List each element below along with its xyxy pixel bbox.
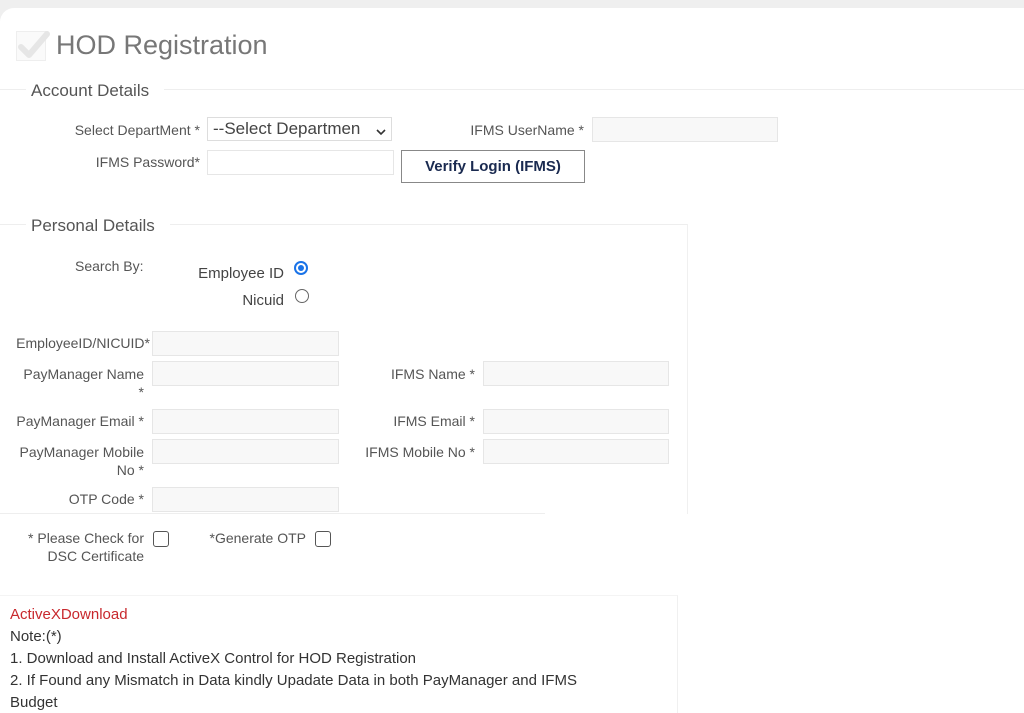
employee-id-label: EmployeeID/NICUID*: [16, 335, 150, 351]
radio-nicuid-label: Nicuid: [242, 292, 284, 309]
page-header: HOD Registration: [16, 30, 268, 61]
account-details-title: Account Details: [31, 81, 150, 100]
ifms-email-label: IFMS Email *: [393, 413, 475, 429]
paymanager-name-input[interactable]: [152, 361, 339, 386]
ifms-email-input[interactable]: [483, 409, 669, 434]
chevron-down-icon: [375, 122, 387, 140]
ifms-password-label: IFMS Password*: [95, 154, 200, 170]
ifms-username-label: IFMS UserName *: [470, 122, 584, 138]
department-select-value: --Select Departmen: [213, 119, 361, 138]
radio-employee-id-label: Employee ID: [198, 265, 284, 282]
note-item: 2. If Found any Mismatch in Data kindly …: [10, 672, 577, 689]
generate-otp-checkbox[interactable]: [315, 531, 331, 547]
paymanager-mobile-label: PayManager Mobile No *: [19, 443, 144, 479]
dsc-certificate-checkbox[interactable]: [153, 531, 169, 547]
dsc-certificate-label: * Please Check for DSC Certificate: [28, 529, 144, 565]
account-divider: [164, 89, 1024, 90]
note-heading: Note:(*): [10, 628, 62, 645]
otp-code-label: OTP Code *: [68, 491, 144, 507]
note-item: 1. Download and Install ActiveX Control …: [10, 650, 417, 667]
personal-bottom-divider: [0, 513, 545, 514]
radio-employee-id[interactable]: [294, 261, 308, 275]
activex-download-link[interactable]: ActiveXDownload: [10, 604, 667, 626]
paymanager-email-label: PayManager Email *: [16, 413, 144, 429]
paymanager-name-label-line2: *: [138, 384, 144, 400]
ifms-mobile-input[interactable]: [483, 439, 669, 464]
notes-panel: ActiveXDownload Note:(*) 1. Download and…: [0, 595, 678, 713]
note-item: Budget: [10, 694, 58, 711]
page-title: HOD Registration: [56, 30, 268, 60]
dsc-label-line1: * Please Check for: [28, 530, 144, 546]
paymanager-mobile-label-line2: No *: [116, 462, 144, 478]
account-divider-left: [0, 89, 26, 90]
ifms-name-input[interactable]: [483, 361, 669, 386]
employee-id-input[interactable]: [152, 331, 339, 356]
paymanager-mobile-input[interactable]: [152, 439, 339, 464]
generate-otp-label: *Generate OTP: [209, 530, 307, 546]
ifms-name-label: IFMS Name *: [390, 366, 475, 382]
radio-nicuid[interactable]: [295, 289, 309, 303]
verify-login-button[interactable]: Verify Login (IFMS): [401, 150, 585, 183]
dsc-label-line2: DSC Certificate: [47, 548, 144, 564]
check-icon: [16, 30, 50, 61]
paymanager-email-input[interactable]: [152, 409, 339, 434]
ifms-password-input[interactable]: [207, 150, 394, 175]
ifms-username-input[interactable]: [592, 117, 778, 142]
otp-code-input[interactable]: [152, 487, 339, 512]
paymanager-name-label-line1: PayManager Name: [23, 366, 144, 382]
department-select[interactable]: --Select Departmen: [207, 117, 392, 141]
page-container: HOD Registration Account Details Select …: [0, 8, 1024, 713]
search-by-label: Search By:: [75, 258, 144, 274]
paymanager-mobile-label-line1: PayManager Mobile: [19, 444, 144, 460]
ifms-mobile-label: IFMS Mobile No *: [365, 444, 475, 460]
paymanager-name-label: PayManager Name *: [23, 365, 144, 401]
select-department-label: Select DepartMent *: [74, 122, 200, 138]
